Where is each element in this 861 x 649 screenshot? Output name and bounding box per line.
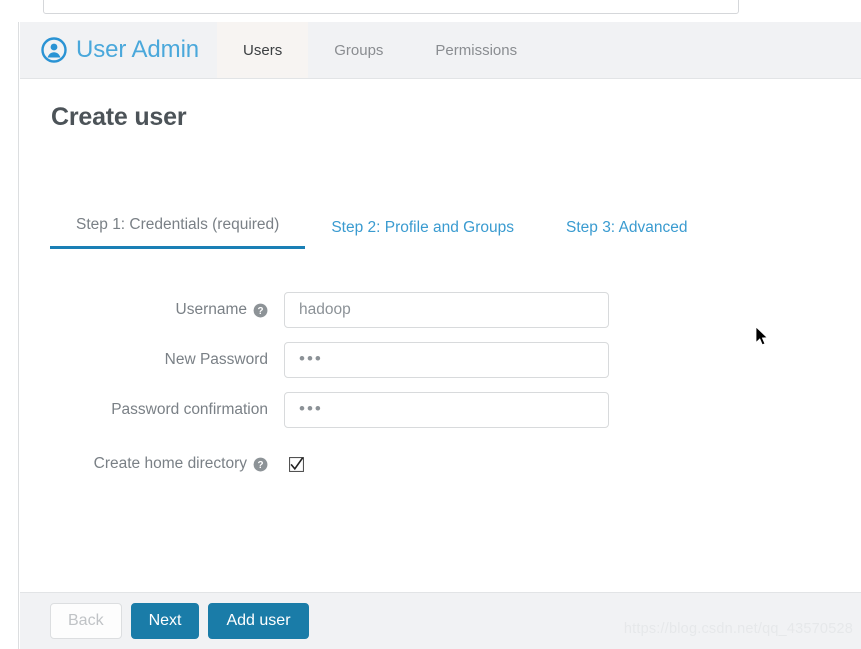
- create-home-directory-checkbox[interactable]: [289, 456, 304, 472]
- watermark: https://blog.csdn.net/qq_43570528: [623, 621, 853, 637]
- tab-groups-label: Groups: [334, 41, 384, 59]
- next-button[interactable]: Next: [130, 602, 200, 640]
- step-tab-1[interactable]: Step 1: Credentials (required): [50, 216, 306, 249]
- tab-users[interactable]: Users: [217, 22, 309, 78]
- username-label-wrap: Username ?: [20, 301, 284, 319]
- new-password-input[interactable]: •••: [284, 342, 609, 378]
- tab-users-label: Users: [243, 41, 283, 59]
- create-user-form: Username ? New Password •••: [20, 292, 861, 496]
- form-row-password-confirmation: Password confirmation •••: [20, 392, 861, 428]
- tab-groups[interactable]: Groups: [308, 22, 409, 78]
- brand[interactable]: User Admin: [20, 22, 217, 78]
- form-row-username: Username ?: [20, 292, 861, 328]
- search-box[interactable]: [43, 0, 739, 14]
- screenshot-root: User Admin Users Groups Permissions Crea…: [0, 0, 861, 649]
- form-row-new-password: New Password •••: [20, 342, 861, 378]
- new-password-masked-value: •••: [299, 348, 323, 368]
- app-body: Create user Step 1: Credentials (require…: [20, 79, 861, 592]
- create-home-directory-checkbox-wrap: [284, 456, 609, 472]
- top-search-strip: [0, 0, 861, 22]
- create-home-directory-label-wrap: Create home directory ?: [20, 455, 284, 473]
- step-tab-3-label: Step 3: Advanced: [566, 219, 688, 236]
- step-tabs: Step 1: Credentials (required) Step 2: P…: [50, 216, 714, 249]
- question-circle-icon[interactable]: ?: [253, 303, 268, 318]
- app-footer: Back Next Add user https://blog.csdn.net…: [20, 592, 861, 649]
- tab-permissions-label: Permissions: [435, 41, 518, 59]
- username-input[interactable]: [284, 292, 609, 328]
- step-tab-1-label: Step 1: Credentials (required): [76, 216, 280, 233]
- username-label: Username: [175, 301, 248, 318]
- form-row-create-home-directory: Create home directory ?: [20, 446, 861, 482]
- step-tab-2-label: Step 2: Profile and Groups: [331, 219, 514, 236]
- add-user-button[interactable]: Add user: [208, 602, 309, 640]
- password-confirmation-masked-value: •••: [299, 398, 323, 418]
- brand-title: User Admin: [76, 36, 200, 63]
- left-gutter: [0, 22, 19, 649]
- step-tab-3[interactable]: Step 3: Advanced: [540, 219, 714, 249]
- app-header: User Admin Users Groups Permissions: [20, 22, 861, 79]
- user-circle-icon: [41, 37, 67, 63]
- back-button[interactable]: Back: [50, 602, 122, 640]
- svg-text:?: ?: [257, 305, 263, 316]
- tab-permissions[interactable]: Permissions: [409, 22, 543, 78]
- create-home-directory-label: Create home directory: [93, 455, 247, 472]
- svg-text:?: ?: [257, 459, 263, 470]
- new-password-label-wrap: New Password: [20, 351, 284, 369]
- password-confirmation-label: Password confirmation: [111, 401, 268, 418]
- header-nav-tabs: Users Groups Permissions: [217, 22, 543, 78]
- user-admin-app: User Admin Users Groups Permissions Crea…: [20, 22, 861, 649]
- password-confirmation-label-wrap: Password confirmation: [20, 401, 284, 419]
- question-circle-icon[interactable]: ?: [253, 457, 268, 472]
- step-tab-2[interactable]: Step 2: Profile and Groups: [305, 219, 540, 249]
- new-password-label: New Password: [164, 351, 268, 368]
- page-title: Create user: [51, 103, 187, 131]
- password-confirmation-input[interactable]: •••: [284, 392, 609, 428]
